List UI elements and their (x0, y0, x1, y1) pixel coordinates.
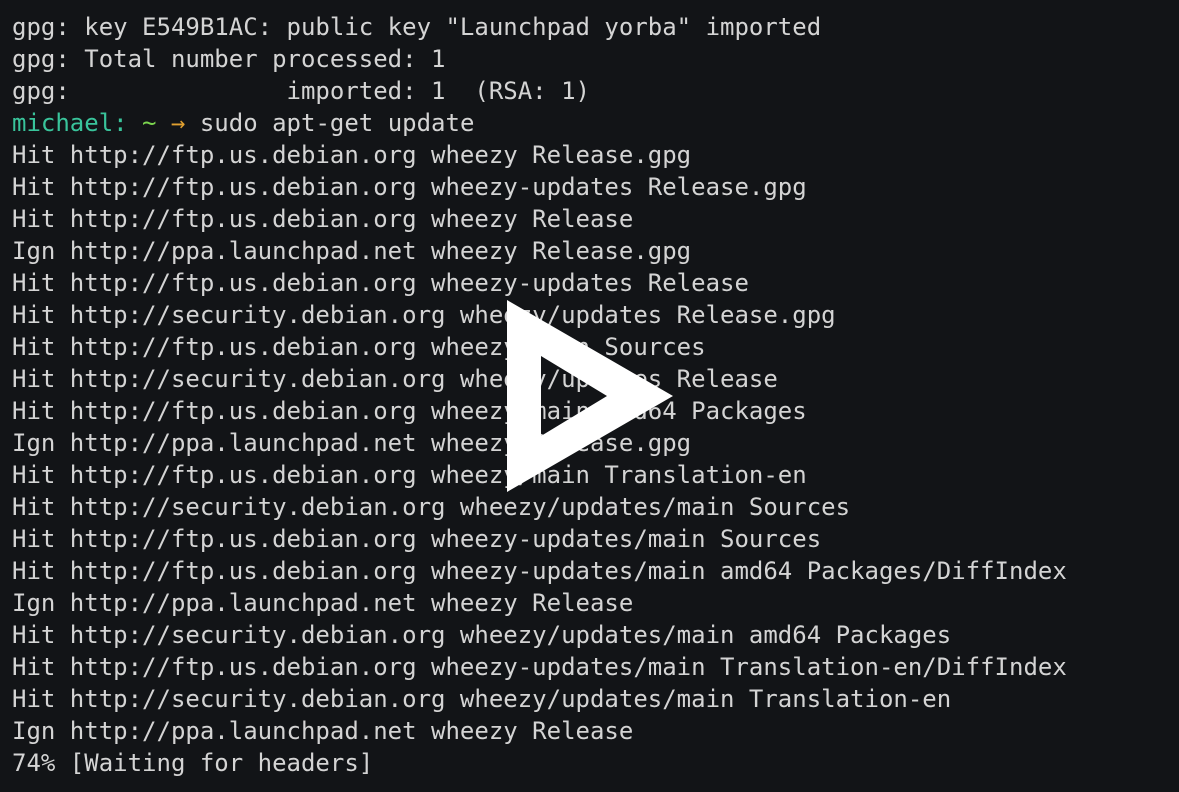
gpg-output-line: gpg: key E549B1AC: public key "Launchpad… (12, 13, 822, 41)
prompt-command: sudo apt-get update (199, 109, 475, 137)
apt-output-line: Hit http://ftp.us.debian.org wheezy-upda… (12, 653, 1067, 681)
terminal-window[interactable]: gpg: key E549B1AC: public key "Launchpad… (0, 0, 1179, 792)
apt-output-line: Ign http://ppa.launchpad.net wheezy Rele… (12, 717, 634, 745)
apt-output-line: Ign http://ppa.launchpad.net wheezy Rele… (12, 589, 634, 617)
prompt-user: michael: (12, 109, 128, 137)
apt-output-line: Hit http://security.debian.org wheezy/up… (12, 621, 952, 649)
apt-output-line: Hit http://ftp.us.debian.org wheezy Rele… (12, 141, 692, 169)
prompt-directory: ~ (142, 109, 157, 137)
play-button[interactable] (505, 298, 675, 494)
apt-output-line: Hit http://ftp.us.debian.org wheezy-upda… (12, 557, 1067, 585)
gpg-output-line: gpg: Total number processed: 1 (12, 45, 446, 73)
play-icon (507, 300, 673, 492)
apt-output-line: Hit http://ftp.us.debian.org wheezy-upda… (12, 269, 749, 297)
progress-status-line: 74% [Waiting for headers] (12, 749, 374, 777)
apt-output-line: Hit http://security.debian.org wheezy/up… (12, 493, 851, 521)
gpg-output-line: gpg: imported: 1 (RSA: 1) (12, 77, 590, 105)
apt-output-line: Ign http://ppa.launchpad.net wheezy Rele… (12, 237, 692, 265)
prompt-arrow-icon: → (170, 109, 186, 137)
shell-prompt-line: michael: ~ → sudo apt-get update (12, 107, 1179, 139)
apt-output-line: Hit http://ftp.us.debian.org wheezy Rele… (12, 205, 634, 233)
apt-output-line: Hit http://ftp.us.debian.org wheezy-upda… (12, 525, 822, 553)
apt-output-line: Hit http://security.debian.org wheezy/up… (12, 685, 952, 713)
apt-output-line: Hit http://ftp.us.debian.org wheezy-upda… (12, 173, 807, 201)
